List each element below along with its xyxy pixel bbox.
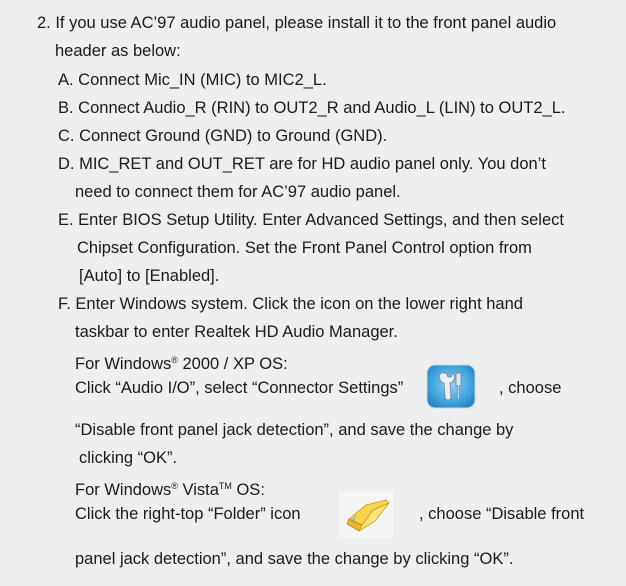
os-name: Vista: [177, 481, 219, 499]
folder-icon: [339, 491, 394, 538]
vista-instruction-part-1: Click the right-top “Folder” icon: [75, 505, 301, 523]
xp-instruction-line-3: clicking “OK”.: [79, 449, 178, 467]
os-prefix: For Windows: [75, 481, 172, 499]
xp-instruction-part-2: , choose: [499, 379, 562, 397]
step-a: A. Connect Mic_IN (MIC) to MIC2_L.: [58, 71, 327, 89]
step-c: C. Connect Ground (GND) to Ground (GND).: [58, 127, 388, 145]
trademark-mark: TM: [218, 481, 232, 491]
windows-vista-heading: For Windows® VistaTM OS:: [75, 476, 265, 499]
vista-instruction-part-2: , choose “Disable front: [419, 505, 585, 523]
wrench-tool-icon: [426, 364, 476, 409]
xp-instruction-part-1: Click “Audio I/O”, select “Connector Set…: [75, 379, 404, 397]
registered-mark: ®: [171, 355, 178, 365]
folder-icon-box: [339, 491, 394, 538]
step-f-line-2: taskbar to enter Realtek HD Audio Manage…: [75, 323, 398, 341]
step-e-line-3: [Auto] to [Enabled].: [79, 267, 220, 285]
windows-2000-xp-heading: For Windows® 2000 / XP OS:: [75, 350, 288, 373]
step-f-line-1: F. Enter Windows system. Click the icon …: [58, 295, 523, 313]
step-b: B. Connect Audio_R (RIN) to OUT2_R and A…: [58, 99, 566, 117]
registered-mark: ®: [171, 481, 178, 491]
os-prefix: For Windows: [75, 355, 172, 373]
connector-settings-icon: [426, 364, 476, 409]
item-2-line-1: 2. If you use AC’97 audio panel, please …: [37, 14, 557, 32]
os-suffix: OS:: [231, 481, 265, 499]
xp-instruction-line-1: Click “Audio I/O”, select “Connector Set…: [75, 378, 403, 398]
os-suffix: 2000 / XP OS:: [177, 355, 288, 373]
step-e-line-2: Chipset Configuration. Set the Front Pan…: [77, 239, 532, 257]
step-d-line-1: D. MIC_RET and OUT_RET are for HD audio …: [58, 155, 546, 173]
vista-instruction-line-2: panel jack detection”, and save the chan…: [75, 550, 514, 568]
step-d-line-2: need to connect them for AC’97 audio pan…: [75, 183, 401, 201]
step-e-line-1: E. Enter BIOS Setup Utility. Enter Advan…: [58, 211, 564, 229]
xp-instruction-line-2: “Disable front panel jack detection”, an…: [75, 421, 514, 439]
item-2-line-2: header as below:: [55, 42, 181, 60]
